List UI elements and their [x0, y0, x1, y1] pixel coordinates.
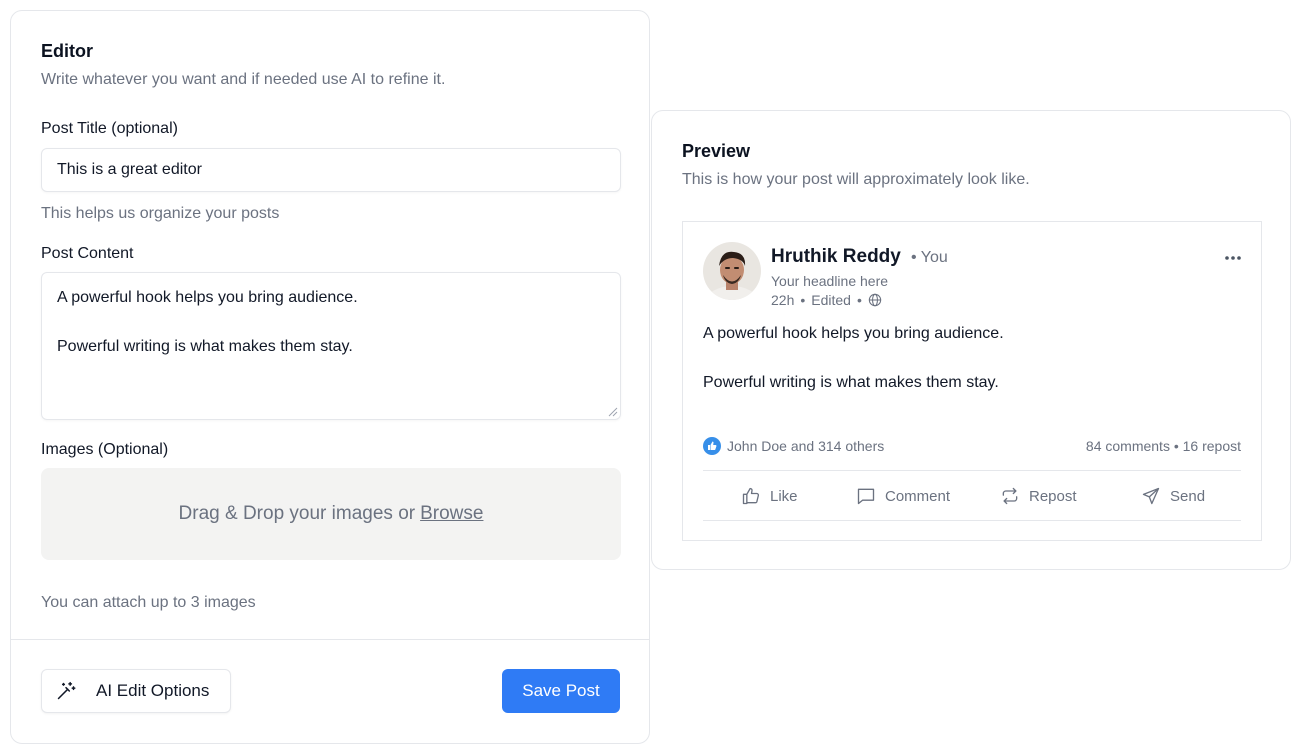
- you-tag: • You: [911, 249, 948, 266]
- editor-subtitle: Write whatever you want and if needed us…: [41, 71, 446, 88]
- send-button[interactable]: Send: [1141, 486, 1205, 506]
- post-title-input[interactable]: [41, 148, 621, 192]
- repost-label: Repost: [1029, 487, 1077, 505]
- reactions-count[interactable]: John Doe and 314 others: [727, 438, 884, 454]
- editor-card: Editor Write whatever you want and if ne…: [10, 10, 650, 744]
- author-headline: Your headline here: [771, 273, 889, 289]
- like-button[interactable]: Like: [741, 486, 798, 506]
- comments-reposts-count[interactable]: 84 comments • 16 repost: [1086, 438, 1241, 454]
- post-title-label: Post Title (optional): [41, 120, 178, 137]
- post-content-label: Post Content: [41, 245, 134, 262]
- images-hint: You can attach up to 3 images: [41, 594, 256, 611]
- author-name[interactable]: Hruthik Reddy: [771, 246, 901, 268]
- images-label: Images (Optional): [41, 441, 169, 458]
- save-post-button[interactable]: Save Post: [502, 669, 620, 713]
- thumbs-up-icon: [742, 487, 760, 505]
- avatar: [703, 242, 761, 300]
- resize-grip-icon[interactable]: [606, 405, 618, 417]
- comment-label: Comment: [885, 487, 951, 505]
- post-stats: John Doe and 314 others 84 comments • 16…: [703, 436, 1241, 456]
- repost-button[interactable]: Repost: [1000, 486, 1077, 506]
- editor-footer: AI Edit Options Save Post: [11, 639, 649, 743]
- send-icon: [1142, 487, 1160, 505]
- ai-edit-options-button[interactable]: AI Edit Options: [41, 669, 231, 713]
- more-icon[interactable]: [1223, 248, 1243, 268]
- content-line: Powerful writing is what makes them stay…: [57, 338, 353, 355]
- separator-dot: •: [856, 292, 862, 308]
- post-content-textarea[interactable]: A powerful hook helps you bring audience…: [41, 272, 621, 420]
- send-label: Send: [1170, 487, 1206, 505]
- image-dropzone[interactable]: Drag & Drop your images or Browse: [41, 468, 621, 560]
- post-meta: 22h • Edited •: [771, 292, 882, 308]
- separator-dot: •: [800, 292, 806, 308]
- globe-icon: [868, 293, 882, 307]
- preview-subtitle: This is how your post will approximately…: [682, 171, 1030, 188]
- post-edited: Edited: [811, 292, 851, 308]
- like-label: Like: [770, 487, 798, 505]
- post-preview: Hruthik Reddy • You Your headline here 2…: [682, 221, 1262, 541]
- repost-icon: [1002, 487, 1018, 505]
- post-body-line: A powerful hook helps you bring audience…: [703, 325, 1004, 342]
- post-title-hint: This helps us organize your posts: [41, 205, 280, 222]
- ai-edit-options-label: AI Edit Options: [96, 681, 210, 700]
- post-time: 22h: [771, 292, 795, 308]
- browse-link[interactable]: Browse: [420, 503, 483, 525]
- dropzone-text: Drag & Drop your images or: [178, 503, 416, 524]
- preview-title: Preview: [682, 141, 751, 161]
- post-body-line: Powerful writing is what makes them stay…: [703, 374, 999, 391]
- wand-icon: [57, 681, 76, 700]
- post-action-bar: Like Comment Repost Send: [703, 470, 1241, 521]
- editor-title: Editor: [41, 41, 93, 61]
- like-badge-icon: [703, 437, 721, 455]
- content-line: A powerful hook helps you bring audience…: [57, 289, 358, 306]
- comment-icon: [857, 488, 875, 505]
- post-body: A powerful hook helps you bring audience…: [703, 322, 1243, 395]
- comment-button[interactable]: Comment: [856, 486, 950, 506]
- preview-card: Preview This is how your post will appro…: [651, 110, 1291, 570]
